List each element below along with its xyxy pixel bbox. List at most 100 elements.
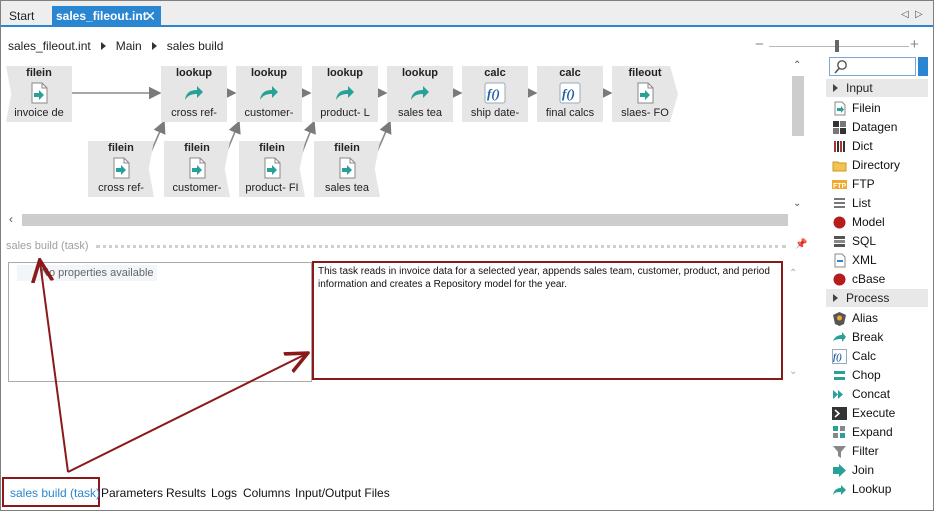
panel-splitter[interactable]	[96, 245, 786, 249]
palette-item-label: List	[852, 196, 871, 210]
node-type: calc	[559, 67, 581, 79]
canvas-vertical-scrollbar[interactable]: ⌃ ⌄	[790, 60, 806, 212]
chevron-up-icon[interactable]: ⌃	[793, 60, 801, 71]
tab-columns[interactable]: Columns	[243, 486, 290, 500]
node-fileout[interactable]: fileout slaes- FO	[612, 66, 678, 122]
tab-start[interactable]: Start	[3, 6, 40, 27]
palette-item-label: FTP	[852, 177, 875, 191]
palette-item-concat[interactable]: Concat	[826, 385, 928, 404]
palette-item-label: Concat	[852, 387, 891, 401]
node-label: invoice de	[14, 107, 64, 119]
palette-search-input[interactable]	[829, 57, 916, 76]
search-button[interactable]	[918, 57, 928, 76]
alias-icon	[832, 311, 847, 326]
filein-icon	[28, 82, 50, 104]
palette-item-join[interactable]: Join	[826, 461, 928, 480]
palette-item-calc[interactable]: f() Calc	[826, 347, 928, 366]
node-label: ship date-	[470, 107, 520, 119]
tab-sales-build-task[interactable]: sales build (task)	[2, 477, 100, 507]
palette-item-expand[interactable]: Expand	[826, 423, 928, 442]
properties-grid[interactable]: No properties available	[8, 262, 312, 382]
palette-item-label: Expand	[852, 425, 893, 439]
canvas-horizontal-scrollbar[interactable]: ‹	[6, 212, 788, 228]
palette-item-filein[interactable]: Filein	[826, 99, 928, 118]
task-description[interactable]: This task reads in invoice data for a se…	[312, 261, 783, 380]
zoom-track[interactable]	[769, 46, 909, 47]
chevron-down-icon[interactable]: ⌄	[789, 366, 797, 377]
scroll-left-icon[interactable]: ◁	[901, 9, 909, 20]
svg-text:f(): f()	[833, 352, 842, 362]
zoom-out-icon[interactable]: −	[755, 36, 764, 53]
palette-item-xml[interactable]: XML	[826, 251, 928, 270]
section-input[interactable]: Input	[826, 79, 928, 97]
breadcrumb-item[interactable]: Main	[116, 39, 142, 53]
palette-item-cbase[interactable]: cBase	[826, 270, 928, 289]
tab-input-output-files[interactable]: Input/Output Files	[295, 486, 390, 500]
node-filein[interactable]: filein product- FI	[239, 141, 305, 197]
node-filein[interactable]: filein customer-	[164, 141, 230, 197]
expand-icon	[833, 294, 838, 302]
breadcrumb-item[interactable]: sales build	[167, 39, 224, 53]
node-type: filein	[184, 142, 210, 154]
calc-icon: f()	[559, 82, 581, 104]
node-type: calc	[484, 67, 506, 79]
palette-item-label: Break	[852, 330, 884, 344]
palette-item-label: Execute	[852, 406, 896, 420]
palette-item-directory[interactable]: Directory	[826, 156, 928, 175]
palette-item-sql[interactable]: SQL	[826, 232, 928, 251]
pin-icon[interactable]: 📌	[795, 239, 807, 250]
palette-item-label: Directory	[852, 158, 901, 172]
node-lookup[interactable]: lookup sales tea	[387, 66, 453, 122]
breadcrumb-item[interactable]: sales_fileout.int	[8, 39, 91, 53]
node-lookup[interactable]: lookup product- L	[312, 66, 378, 122]
node-filein[interactable]: filein cross ref-	[88, 141, 154, 197]
no-properties-message: No properties available	[17, 265, 157, 281]
node-type: fileout	[628, 67, 662, 79]
zoom-thumb[interactable]	[835, 40, 839, 52]
node-label: product- FI	[245, 182, 299, 194]
description-scrollbar[interactable]: ⌃ ⌄	[789, 268, 801, 380]
node-filein[interactable]: filein invoice de	[6, 66, 72, 122]
filter-icon	[832, 444, 847, 459]
directory-icon	[832, 158, 847, 173]
palette-item-alias[interactable]: Alias	[826, 309, 928, 328]
node-type: lookup	[175, 67, 213, 79]
chevron-left-icon[interactable]: ‹	[9, 212, 13, 226]
node-palette: Input Filein Datagen Dict Directory FTP FTP Li…	[826, 55, 930, 510]
palette-item-break[interactable]: Break	[826, 328, 928, 347]
workflow-nodes: filein invoice de lookup cross ref-lookup cu…	[6, 58, 806, 228]
chevron-up-icon[interactable]: ⌃	[789, 268, 797, 279]
scroll-thumb[interactable]	[22, 214, 788, 226]
node-lookup[interactable]: lookup customer-	[236, 66, 302, 122]
zoom-in-icon[interactable]: +	[910, 36, 919, 53]
search-icon	[834, 60, 847, 74]
palette-item-dict[interactable]: Dict	[826, 137, 928, 156]
palette-item-model[interactable]: Model	[826, 213, 928, 232]
node-lookup[interactable]: lookup cross ref-	[161, 66, 227, 122]
palette-item-chop[interactable]: Chop	[826, 366, 928, 385]
palette-item-ftp[interactable]: FTP FTP	[826, 175, 928, 194]
close-icon[interactable]: ✕	[144, 6, 156, 27]
palette-item-label: Filein	[852, 101, 881, 115]
node-calc[interactable]: calc f() ship date-	[462, 66, 528, 122]
chevron-right-icon	[100, 42, 106, 51]
tab-parameters[interactable]: Parameters	[101, 486, 163, 500]
node-label: slaes- FO	[621, 107, 669, 119]
zoom-slider[interactable]: − +	[755, 36, 920, 53]
palette-item-list[interactable]: List	[826, 194, 928, 213]
section-process[interactable]: Process	[826, 289, 928, 307]
tab-logs[interactable]: Logs	[211, 486, 237, 500]
filein-icon	[186, 157, 208, 179]
tab-results[interactable]: Results	[166, 486, 206, 500]
node-calc[interactable]: calc f() final calcs	[537, 66, 603, 122]
palette-item-lookup[interactable]: Lookup	[826, 480, 928, 499]
scroll-thumb[interactable]	[792, 76, 804, 136]
tab-sales-fileout[interactable]: sales_fileout.int ✕	[52, 6, 161, 27]
palette-item-execute[interactable]: Execute	[826, 404, 928, 423]
scroll-right-icon[interactable]: ▷	[915, 9, 923, 20]
palette-item-filter[interactable]: Filter	[826, 442, 928, 461]
filein-icon	[832, 101, 847, 116]
chevron-down-icon[interactable]: ⌄	[793, 198, 801, 209]
palette-item-datagen[interactable]: Datagen	[826, 118, 928, 137]
node-filein[interactable]: filein sales tea	[314, 141, 380, 197]
